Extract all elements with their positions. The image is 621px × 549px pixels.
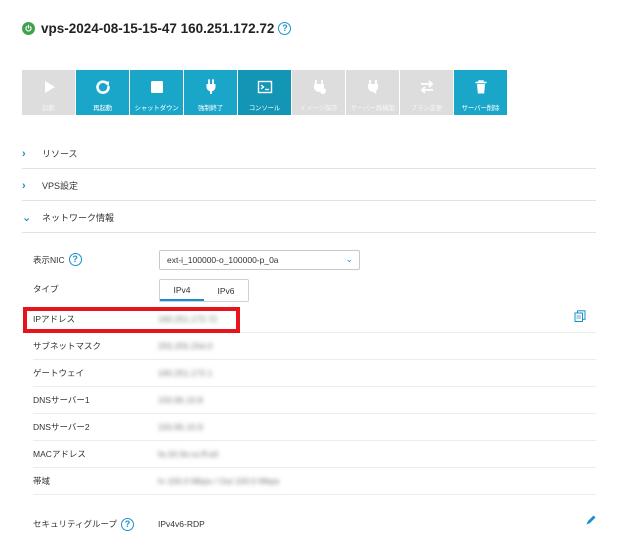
stop-icon — [149, 78, 165, 96]
type-label: タイプ — [33, 283, 59, 294]
row-label: DNSサーバー1 — [33, 395, 90, 405]
shutdown-button-label: シャットダウン — [134, 105, 179, 112]
start-button: 起動 — [22, 70, 75, 115]
security-group-label-text: セキュリティグループ — [33, 519, 117, 529]
row-label: DNSサーバー2 — [33, 422, 90, 432]
row-value: 150.95.10.9 — [158, 422, 203, 432]
chevron-right-icon: › — [22, 179, 26, 192]
plug-icon — [203, 78, 219, 96]
console-button-label: コンソール — [248, 105, 281, 112]
tab-ipv4[interactable]: IPv4 — [160, 280, 204, 301]
restart-icon — [95, 78, 111, 96]
section-label: リソース — [42, 149, 78, 159]
trash-icon — [473, 78, 489, 96]
subnet-mask-row: サブネットマスク 255.255.254.0 — [33, 333, 596, 360]
row-value: 160.251.172.1 — [158, 368, 213, 378]
power-status-icon — [22, 21, 35, 35]
rebuild-button: サーバー再構築 — [346, 70, 399, 115]
save-image-button: イメージ保存 — [292, 70, 345, 115]
gateway-row: ゲートウェイ 160.251.172.1 — [33, 360, 596, 387]
help-icon[interactable]: ? — [120, 517, 134, 531]
copy-icon[interactable] — [574, 309, 586, 322]
console-icon — [257, 78, 273, 96]
row-value: In 100.0 Mbps / Out 100.0 Mbps — [158, 476, 280, 486]
section-label: ネットワーク情報 — [42, 213, 115, 223]
page-title: vps-2024-08-15-15-47 160.251.172.72 — [41, 20, 275, 36]
plan-change-button-label: プラン変更 — [410, 105, 443, 112]
nic-label: 表示NIC ? — [33, 253, 158, 266]
row-value: 150.95.10.8 — [158, 395, 203, 405]
rebuild-button-label: サーバー再構築 — [350, 105, 395, 112]
section-resources[interactable]: › リソース — [22, 139, 596, 169]
swap-icon — [419, 78, 435, 96]
save-image-icon — [311, 78, 327, 96]
type-row: タイプ — [33, 275, 596, 302]
server-toolbar: 起動 再起動 シャットダウン 強制終了 コンソール イメージ保存 サーバー再構築… — [22, 70, 507, 115]
row-value: fa:16:3e:xx:ff:a0 — [158, 449, 219, 459]
security-group-row: セキュリティグループ ? IPv4v6-RDP — [33, 509, 596, 539]
ip-type-tabs: IPv4 IPv6 — [159, 279, 249, 302]
section-vps-settings[interactable]: › VPS設定 — [22, 171, 596, 201]
nic-select[interactable]: ext-i_100000-o_100000-p_0a ⌄ — [159, 250, 360, 270]
dns1-row: DNSサーバー1 150.95.10.8 — [33, 387, 596, 414]
delete-server-button[interactable]: サーバー削除 — [454, 70, 507, 115]
console-button[interactable]: コンソール — [238, 70, 291, 115]
security-group-value: IPv4v6-RDP — [158, 519, 205, 529]
rebuild-icon — [365, 78, 381, 96]
row-value: 255.255.254.0 — [158, 341, 213, 351]
row-label: サブネットマスク — [33, 341, 102, 351]
row-label: 帯域 — [33, 476, 51, 486]
play-icon — [41, 78, 57, 96]
start-button-label: 起動 — [42, 105, 55, 112]
dns2-row: DNSサーバー2 150.95.10.9 — [33, 414, 596, 441]
bandwidth-row: 帯域 In 100.0 Mbps / Out 100.0 Mbps — [33, 468, 596, 495]
server-title-row: vps-2024-08-15-15-47 160.251.172.72 ? — [22, 18, 292, 38]
plan-change-button: プラン変更 — [400, 70, 453, 115]
section-network-info[interactable]: ⌄ ネットワーク情報 — [22, 203, 596, 233]
row-label: MACアドレス — [33, 449, 86, 459]
help-icon[interactable]: ? — [68, 253, 82, 266]
save-image-button-label: イメージ保存 — [299, 105, 338, 112]
force-stop-button-label: 強制終了 — [197, 105, 224, 112]
tab-ipv6[interactable]: IPv6 — [204, 280, 248, 301]
chevron-down-icon: ⌄ — [22, 212, 32, 224]
nic-label-text: 表示NIC — [33, 254, 65, 265]
force-stop-button[interactable]: 強制終了 — [184, 70, 237, 115]
row-label: ゲートウェイ — [33, 368, 85, 378]
chevron-down-icon: ⌄ — [345, 254, 353, 264]
chevron-right-icon: › — [22, 147, 26, 160]
nic-select-value: ext-i_100000-o_100000-p_0a — [167, 255, 279, 265]
restart-button-label: 再起動 — [93, 105, 112, 112]
shutdown-button[interactable]: シャットダウン — [130, 70, 183, 115]
restart-button[interactable]: 再起動 — [76, 70, 129, 115]
pencil-icon[interactable] — [585, 513, 597, 525]
section-label: VPS設定 — [42, 181, 79, 191]
mac-address-row: MACアドレス fa:16:3e:xx:ff:a0 — [33, 441, 596, 468]
help-icon[interactable]: ? — [278, 21, 292, 35]
delete-server-button-label: サーバー削除 — [461, 105, 500, 112]
security-group-label: セキュリティグループ ? — [33, 517, 158, 531]
ip-address-highlight — [23, 307, 240, 333]
